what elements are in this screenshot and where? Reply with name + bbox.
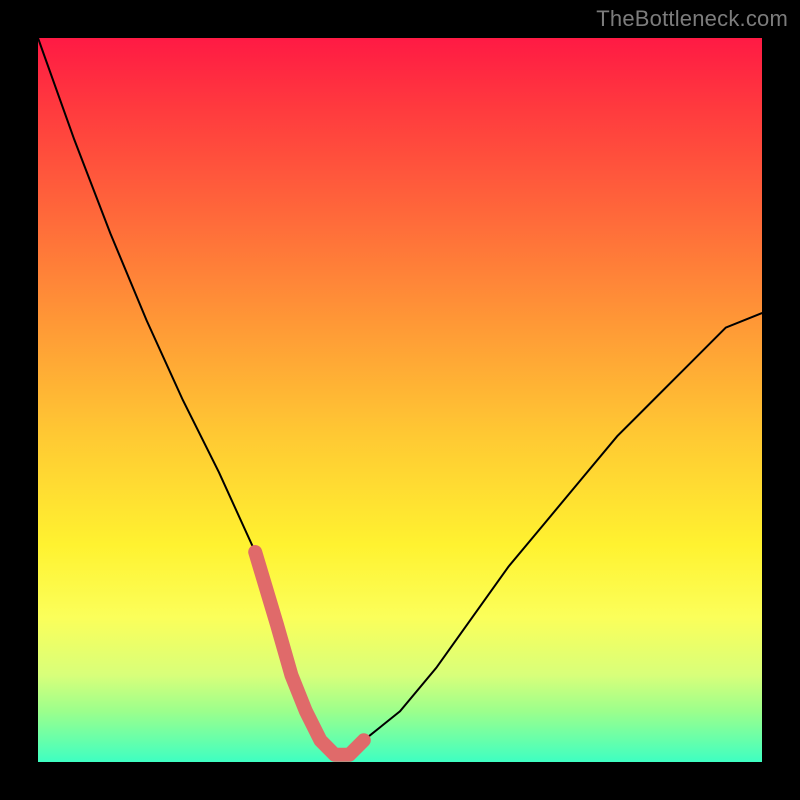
plot-area xyxy=(38,38,762,762)
bottleneck-curve xyxy=(38,38,762,762)
chart-frame: TheBottleneck.com xyxy=(0,0,800,800)
curve-line xyxy=(38,38,762,755)
watermark-text: TheBottleneck.com xyxy=(596,6,788,32)
curve-highlight xyxy=(255,552,364,755)
